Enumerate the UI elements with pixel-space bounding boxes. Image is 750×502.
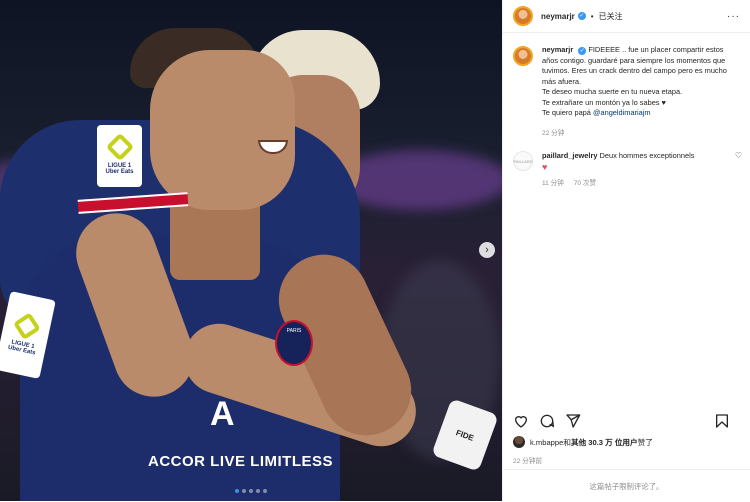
caption-time[interactable]: 22 分钟 (542, 130, 564, 137)
post-actions (503, 410, 750, 432)
carousel-dot (249, 489, 253, 493)
caption: neymarjr ✓ FIDEEEE .. fue un placer comp… (503, 45, 750, 139)
next-arrow-icon[interactable]: › (479, 242, 495, 258)
verified-icon: ✓ (577, 12, 586, 20)
post-header: neymarjr ✓ • 已关注 ··· (503, 0, 750, 33)
crest-text: PARIS (286, 328, 302, 334)
comment-username[interactable]: paillard_jewelry (542, 151, 597, 160)
more-icon[interactable]: ··· (727, 11, 740, 22)
caption-text-2: Te deseo mucha suerte en tu nueva etapa. (542, 87, 683, 96)
ligue1-patch-top: LIGUE 1 Uber Eats (97, 125, 142, 187)
psg-crest: PARIS (275, 320, 313, 366)
carousel-dot (235, 489, 239, 493)
caption-text-3: Te extrañare un montón ya lo sabes ♥ (542, 97, 666, 107)
comment-likes[interactable]: 70 次赞 (574, 180, 596, 187)
comment-time[interactable]: 11 分钟 (542, 180, 564, 187)
avatar[interactable] (513, 46, 533, 66)
likes-others[interactable]: 其他 30.3 万 位用户 (571, 437, 638, 448)
comment-meta: 11 分钟 70 次赞 (542, 179, 738, 190)
bookmark-icon[interactable] (714, 413, 730, 429)
heart-icon[interactable] (513, 413, 529, 429)
carousel-dots (0, 489, 502, 493)
separator-dot: • (590, 11, 594, 21)
post-sidebar: neymarjr ✓ • 已关注 ··· neymarjr ✓ FIDEEEE … (502, 0, 750, 501)
likes-suffix: 赞了 (637, 437, 653, 447)
comment-item: PAILLARD paillard_jewelry Deux hommes ex… (503, 151, 750, 190)
comment-emoji: ♥ (542, 161, 548, 172)
caption-username[interactable]: neymarjr (542, 45, 573, 54)
post-photo[interactable]: FIDE LIGUE 1 Uber Eats LIGUE 1 Uber Eats… (0, 0, 502, 501)
wristband-text: FIDE (454, 427, 476, 443)
comment-icon[interactable] (539, 413, 555, 429)
carousel-dot (263, 489, 267, 493)
caption-meta: 22 分钟 (542, 129, 738, 140)
carousel-dot (256, 489, 260, 493)
share-icon[interactable] (565, 413, 581, 429)
ligue1-logo-icon (105, 132, 134, 162)
caption-mention[interactable]: @angeldimariajm (593, 108, 651, 117)
likes-line: k.mbappe 和 其他 30.3 万 位用户 赞了 (513, 436, 653, 448)
likes-user[interactable]: k.mbappe (530, 438, 563, 447)
ligue1-logo-icon (13, 312, 41, 341)
avatar[interactable] (513, 6, 533, 26)
comment-body: paillard_jewelry Deux hommes exceptionne… (542, 151, 738, 190)
header-username[interactable]: neymarjr (541, 12, 575, 21)
patch-top-line2: Uber Eats (105, 169, 134, 175)
avatar[interactable] (513, 436, 525, 448)
post-time[interactable]: 22 分钟前 (513, 455, 542, 465)
sponsor-text: ACCOR LIVE LIMITLESS (148, 453, 334, 470)
follow-status-button[interactable]: 已关注 (599, 11, 623, 22)
comments-closed-notice: 这篇帖子限制评论了。 (503, 469, 750, 502)
carousel-dot (242, 489, 246, 493)
verified-icon: ✓ (578, 47, 587, 55)
sponsor-logo: A (210, 395, 236, 433)
likes-conj: 和 (563, 437, 571, 447)
comment-text: Deux hommes exceptionnels (599, 151, 695, 160)
front-player-face (150, 50, 295, 210)
avatar[interactable]: PAILLARD (513, 151, 533, 171)
heart-icon[interactable]: ♡ (735, 151, 742, 160)
caption-text-4: Te quiero papá (542, 108, 591, 117)
caption-body: neymarjr ✓ FIDEEEE .. fue un placer comp… (542, 45, 738, 139)
